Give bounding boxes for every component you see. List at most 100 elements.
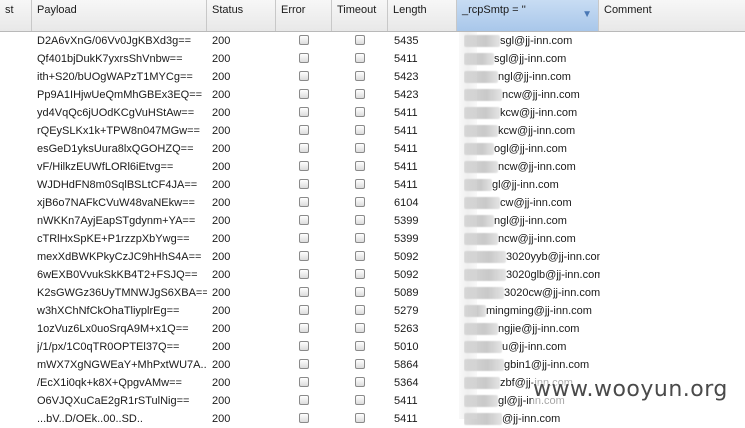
error-checkbox[interactable]	[299, 356, 311, 374]
timeout-checkbox[interactable]	[355, 356, 367, 374]
column-header-payload[interactable]: Payload	[32, 0, 207, 31]
error-checkbox[interactable]	[299, 158, 311, 176]
timeout-checkbox[interactable]	[355, 212, 367, 230]
timeout-checkbox[interactable]	[355, 374, 367, 392]
table-row[interactable]: esGeD1yksUura8lxQGOHZQ== 200 5411 ogl@jj-in…	[0, 140, 745, 158]
timeout-checkbox[interactable]	[355, 140, 367, 158]
table-row[interactable]: cTRlHxSpKE+P1rzzpXbYwg== 200 5399 ncw@jj-in…	[0, 230, 745, 248]
table-row[interactable]: 6wEXB0VvukSkKB4T2+FSJQ== 200 5092 3020glb@j…	[0, 266, 745, 284]
table-row[interactable]: w3hXChNfCkOhaTliyplrEg== 200 5279 mingming@…	[0, 302, 745, 320]
error-checkbox[interactable]	[299, 194, 311, 212]
timeout-checkbox[interactable]	[355, 32, 367, 50]
column-header-extract[interactable]: _rcpSmtp = '' ▼	[457, 0, 599, 31]
table-row[interactable]: xjB6o7NAFkCVuW48vaNEkw== 200 6104 cw@jj-inn…	[0, 194, 745, 212]
table-row[interactable]: 1ozVuz6Lx0uoSrqA9M+x1Q== 200 5263 ngjie@jj-…	[0, 320, 745, 338]
email-cell: ngl@jj-inn.com	[464, 212, 600, 230]
error-checkbox[interactable]	[299, 230, 311, 248]
column-header-error-label: Error	[281, 4, 306, 16]
error-checkbox[interactable]	[299, 302, 311, 320]
timeout-checkbox[interactable]	[355, 230, 367, 248]
status-cell: 200	[212, 161, 231, 173]
email-domain-text: cw@jj-inn.com	[500, 197, 572, 209]
length-cell: 5411	[394, 107, 418, 119]
column-header-length[interactable]: Length	[388, 0, 457, 31]
length-cell: 5435	[394, 35, 419, 47]
email-cell: ncw@jj-inn.com	[464, 230, 600, 248]
error-checkbox[interactable]	[299, 392, 311, 410]
table-row[interactable]: yd4VqQc6jUOdKCgVuHStAw== 200 5411 kcw@jj-in…	[0, 104, 745, 122]
error-checkbox[interactable]	[299, 140, 311, 158]
email-domain-text: ngl@jj-inn.com	[494, 215, 567, 227]
table-row[interactable]: rQEySLKx1k+TPW8n047MGw== 200 5411 kcw@jj-in…	[0, 122, 745, 140]
status-cell: 200	[212, 323, 231, 335]
payload-cell: mWX7XgNGWEaY+MhPxtWU7A...	[37, 359, 207, 371]
error-checkbox[interactable]	[299, 86, 311, 104]
timeout-checkbox[interactable]	[355, 50, 367, 68]
table-row[interactable]: Qf401bjDukK7yxrsShVnbw== 200 5411 sgl@jj-in…	[0, 50, 745, 68]
timeout-checkbox[interactable]	[355, 266, 367, 284]
table-row[interactable]: mWX7XgNGWEaY+MhPxtWU7A... 200 5864 gbin1@jj…	[0, 356, 745, 374]
timeout-checkbox[interactable]	[355, 410, 367, 428]
error-checkbox[interactable]	[299, 122, 311, 140]
timeout-checkbox[interactable]	[355, 104, 367, 122]
timeout-checkbox[interactable]	[355, 158, 367, 176]
error-checkbox[interactable]	[299, 266, 311, 284]
error-checkbox[interactable]	[299, 176, 311, 194]
error-checkbox[interactable]	[299, 338, 311, 356]
email-domain-text: sgl@jj-inn.com	[500, 35, 573, 47]
timeout-checkbox[interactable]	[355, 68, 367, 86]
timeout-checkbox[interactable]	[355, 392, 367, 410]
table-row[interactable]: D2A6vXnG/06Vv0JgKBXd3g== 200 5435 sgl@jj-in…	[0, 32, 745, 50]
column-header-status[interactable]: Status	[207, 0, 276, 31]
error-checkbox[interactable]	[299, 212, 311, 230]
redacted-block	[464, 161, 498, 174]
table-row[interactable]: nWKKn7AyjEapSTgdynm+YA== 200 5399 ngl@jj-in…	[0, 212, 745, 230]
column-header-timeout[interactable]: Timeout	[332, 0, 388, 31]
timeout-checkbox[interactable]	[355, 176, 367, 194]
table-row[interactable]: vF/HilkzEUWfLORl6iEtvg== 200 5411 ncw@jj-in…	[0, 158, 745, 176]
table-row[interactable]: mexXdBWKPkyCzJC9hHhS4A== 200 5092 3020yyb@j…	[0, 248, 745, 266]
table-row[interactable]: Pp9A1IHjwUeQmMhGBEx3EQ== 200 5423 ncw@jj-in…	[0, 86, 745, 104]
timeout-checkbox[interactable]	[355, 338, 367, 356]
length-cell: 5411	[394, 125, 418, 137]
table-row[interactable]: K2sGWGz36UyTMNWJgS6XBA== 200 5089 3020cw@jj…	[0, 284, 745, 302]
error-checkbox[interactable]	[299, 410, 311, 428]
redacted-block	[464, 197, 500, 210]
column-header-comment[interactable]: Comment	[599, 0, 745, 31]
timeout-checkbox[interactable]	[355, 248, 367, 266]
error-checkbox[interactable]	[299, 320, 311, 338]
timeout-checkbox[interactable]	[355, 320, 367, 338]
redacted-block	[464, 377, 500, 390]
email-domain-text: gl@jj-inn.com	[492, 179, 559, 191]
redacted-block	[464, 125, 498, 138]
email-domain-text: ncw@jj-inn.com	[502, 89, 580, 101]
email-domain-text: 3020cw@jj-inn.com	[504, 287, 600, 299]
error-checkbox[interactable]	[299, 68, 311, 86]
error-checkbox[interactable]	[299, 284, 311, 302]
timeout-checkbox[interactable]	[355, 284, 367, 302]
error-checkbox[interactable]	[299, 374, 311, 392]
column-header-request[interactable]: st	[0, 0, 32, 31]
table-row[interactable]: j/1/px/1C0qTR0OPTEl37Q== 200 5010 u@jj-inn.…	[0, 338, 745, 356]
sort-descending-icon: ▼	[582, 9, 592, 20]
table-row[interactable]: ...bV..D/OEk..00..SD.. 200 5411 @jj-inn.com	[0, 410, 745, 428]
timeout-checkbox[interactable]	[355, 194, 367, 212]
length-cell: 5089	[394, 287, 419, 299]
error-checkbox[interactable]	[299, 104, 311, 122]
redacted-block	[464, 395, 498, 408]
timeout-checkbox[interactable]	[355, 302, 367, 320]
timeout-checkbox[interactable]	[355, 86, 367, 104]
error-checkbox[interactable]	[299, 50, 311, 68]
timeout-checkbox[interactable]	[355, 122, 367, 140]
email-domain-text: 3020yyb@jj-inn.com	[506, 251, 600, 263]
email-cell: ncw@jj-inn.com	[464, 86, 600, 104]
redacted-block	[464, 35, 500, 48]
column-header-error[interactable]: Error	[276, 0, 332, 31]
table-row[interactable]: ith+S20/bUOgWAPzT1MYCg== 200 5423 ngl@jj-in…	[0, 68, 745, 86]
table-row[interactable]: WJDHdFN8m0SqlBSLtCF4JA== 200 5411 gl@jj-inn…	[0, 176, 745, 194]
payload-cell: O6VJQXuCaE2gR1rSTulNig==	[37, 395, 190, 407]
status-cell: 200	[212, 197, 231, 209]
error-checkbox[interactable]	[299, 248, 311, 266]
payload-cell: Qf401bjDukK7yxrsShVnbw==	[37, 53, 183, 65]
error-checkbox[interactable]	[299, 32, 311, 50]
